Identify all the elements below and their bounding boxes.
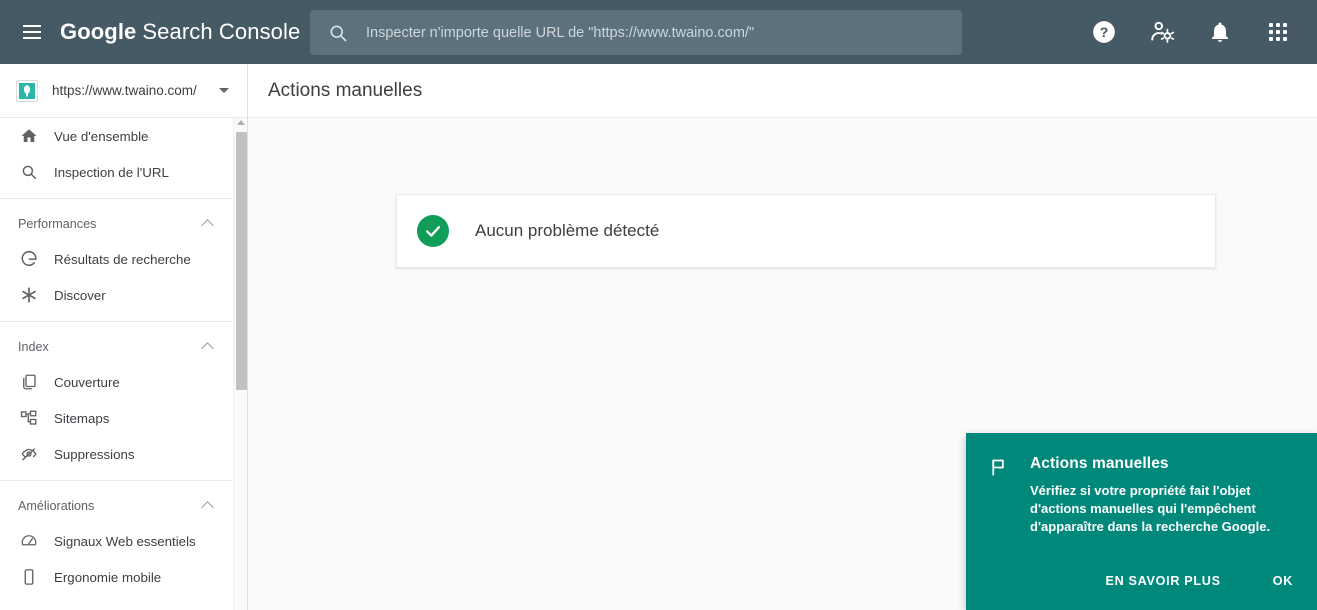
sidebar-group-performances[interactable]: Performances xyxy=(0,207,232,241)
page-header: Actions manuelles xyxy=(248,64,1317,118)
sidebar-divider xyxy=(0,198,232,199)
page-title: Actions manuelles xyxy=(268,79,423,101)
chevron-up-icon[interactable] xyxy=(201,219,214,232)
sidebar-item-label: Ergonomie mobile xyxy=(54,569,162,585)
sidebar-group-title: Index xyxy=(18,340,49,354)
sidebar-divider xyxy=(0,321,232,322)
sidebar-group-ameliorations[interactable]: Améliorations xyxy=(0,489,232,523)
sidebar-scrollbar[interactable] xyxy=(233,118,247,610)
google-search-console-app: Google Search Console ? xyxy=(0,0,1317,610)
sidebar-group-title: Performances xyxy=(18,217,97,231)
sidebar-item-coverage[interactable]: Couverture xyxy=(0,364,232,400)
search-input[interactable] xyxy=(366,24,926,41)
promo-content-row: Actions manuelles Vérifiez si votre prop… xyxy=(988,455,1297,536)
learn-more-button[interactable]: EN SAVOIR PLUS xyxy=(1099,566,1226,596)
eye-off-icon xyxy=(18,443,40,465)
sidebar-item-label: Sitemaps xyxy=(54,410,110,426)
chevron-up-icon[interactable] xyxy=(201,342,214,355)
ok-button[interactable]: OK xyxy=(1267,566,1299,596)
promo-body: Actions manuelles Vérifiez si votre prop… xyxy=(1030,455,1274,536)
sidebar-item-label: Signaux Web essentiels xyxy=(54,533,196,549)
status-card-text: Aucun problème détecté xyxy=(475,221,660,240)
apps-grid-dots xyxy=(1269,23,1287,41)
hamburger-menu-icon[interactable] xyxy=(8,8,56,56)
google-g-icon xyxy=(18,248,40,270)
promo-title: Actions manuelles xyxy=(1030,455,1169,472)
notifications-bell-icon[interactable] xyxy=(1196,8,1244,56)
sidebar-item-core-web-vitals[interactable]: Signaux Web essentiels xyxy=(0,523,232,559)
app-brand-logo[interactable]: Google Search Console xyxy=(60,19,300,45)
help-icon[interactable]: ? xyxy=(1080,8,1128,56)
sidebar-item-label: Suppressions xyxy=(54,446,135,462)
top-app-bar: Google Search Console ? xyxy=(0,0,1317,64)
home-icon xyxy=(18,125,40,147)
pages-copy-icon xyxy=(18,371,40,393)
favicon-inner-shape xyxy=(19,82,35,99)
scroll-up-arrow-icon[interactable] xyxy=(237,120,245,125)
promo-description: Vérifiez si votre propriété fait l'objet… xyxy=(1030,483,1271,534)
chevron-up-icon[interactable] xyxy=(201,501,214,514)
manual-actions-promo-popup: Actions manuelles Vérifiez si votre prop… xyxy=(966,433,1317,610)
account-settings-icon[interactable] xyxy=(1138,8,1186,56)
search-icon xyxy=(18,161,40,183)
search-icon xyxy=(328,23,348,43)
topbar-icon-group: ? xyxy=(1075,0,1307,64)
sidebar-item-search-results[interactable]: Résultats de recherche xyxy=(0,241,232,277)
hamburger-line xyxy=(23,25,41,27)
sitemap-tree-icon xyxy=(18,407,40,429)
url-inspection-searchbox[interactable] xyxy=(310,10,962,55)
brand-product-text: Search Console xyxy=(142,19,301,44)
sidebar-item-label: Résultats de recherche xyxy=(54,251,191,267)
status-card: Aucun problème détecté xyxy=(396,194,1216,268)
property-selector[interactable]: https://www.twaino.com/ xyxy=(0,64,247,118)
apps-grid-icon[interactable] xyxy=(1254,8,1302,56)
property-url-label: https://www.twaino.com/ xyxy=(52,83,197,98)
discover-asterisk-icon xyxy=(18,284,40,306)
speedometer-icon xyxy=(18,530,40,552)
sidebar-scroll-region: Vue d'ensemble Inspection de l'URL Perfo… xyxy=(0,118,247,610)
hamburger-line xyxy=(23,31,41,33)
sidebar-item-discover[interactable]: Discover xyxy=(0,277,232,313)
sidebar-item-label: Discover xyxy=(54,287,106,303)
hamburger-line xyxy=(23,37,41,39)
sidebar-divider xyxy=(0,480,232,481)
scrollbar-thumb[interactable] xyxy=(236,132,247,390)
sidebar-group-index[interactable]: Index xyxy=(0,330,232,364)
sidebar-item-label: Inspection de l'URL xyxy=(54,164,169,180)
twaino-favicon xyxy=(16,79,38,102)
flag-icon xyxy=(988,455,1012,536)
sidebar-item-label: Vue d'ensemble xyxy=(54,128,149,144)
page-content: Aucun problème détecté xyxy=(248,118,1317,268)
sidebar-group-title: Améliorations xyxy=(18,499,95,513)
sidebar-item-overview[interactable]: Vue d'ensemble xyxy=(0,118,232,154)
sidebar-nav-list: Vue d'ensemble Inspection de l'URL Perfo… xyxy=(0,118,232,595)
left-sidebar: https://www.twaino.com/ Vue d'ensemble I… xyxy=(0,64,248,610)
chevron-down-icon[interactable] xyxy=(219,88,229,93)
sidebar-item-mobile-usability[interactable]: Ergonomie mobile xyxy=(0,559,232,595)
check-circle-icon xyxy=(417,215,449,247)
promo-actions: EN SAVOIR PLUS OK xyxy=(1099,566,1299,596)
sidebar-item-label: Couverture xyxy=(54,374,120,390)
brand-google-text: Google xyxy=(60,19,137,44)
sidebar-item-sitemaps[interactable]: Sitemaps xyxy=(0,400,232,436)
svg-text:?: ? xyxy=(1100,24,1109,40)
sidebar-item-url-inspection[interactable]: Inspection de l'URL xyxy=(0,154,232,190)
sidebar-item-removals[interactable]: Suppressions xyxy=(0,436,232,472)
mobile-phone-icon xyxy=(18,566,40,588)
